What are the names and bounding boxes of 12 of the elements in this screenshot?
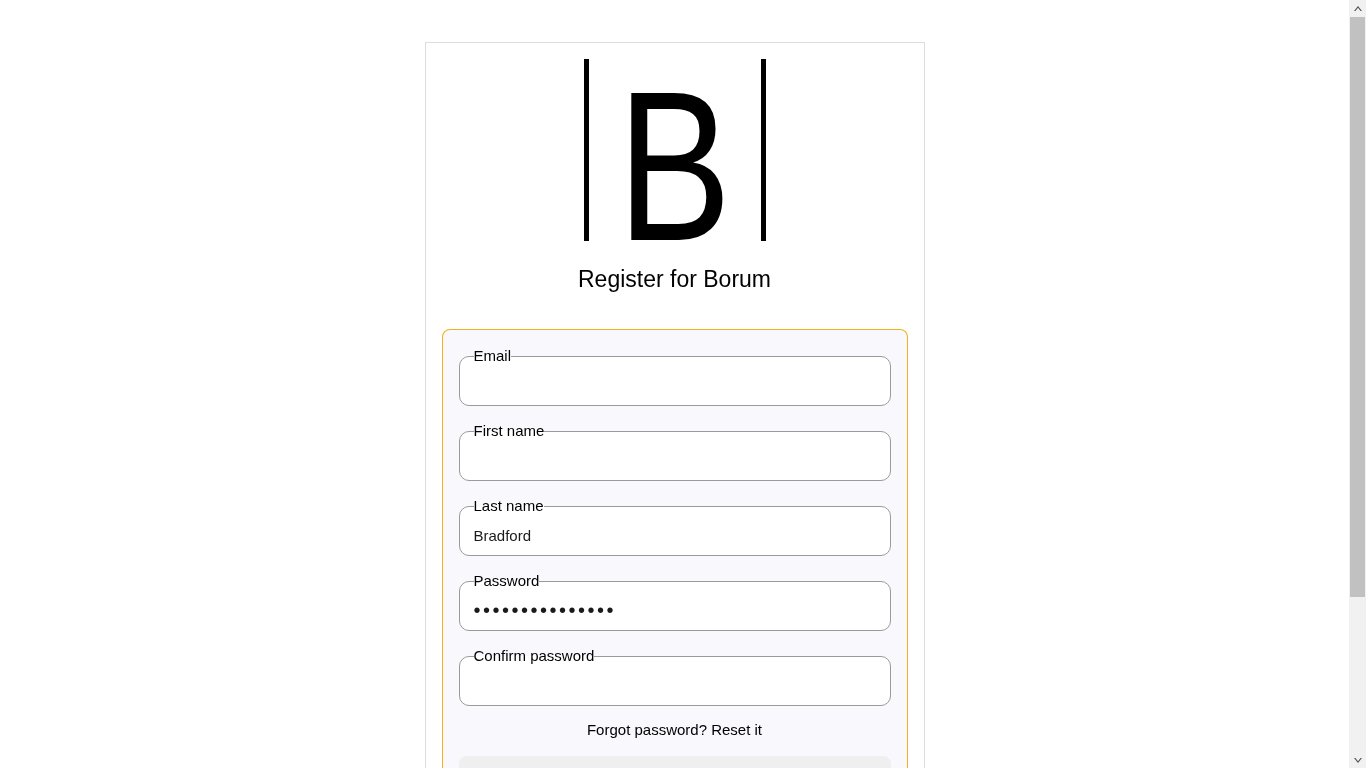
- field-label: Password: [473, 571, 540, 591]
- reset-link[interactable]: Reset it: [711, 721, 763, 738]
- caret-down-icon[interactable]: [1353, 757, 1362, 763]
- logo: B: [583, 59, 766, 241]
- scrollbar-thumb[interactable]: [1350, 17, 1365, 597]
- field-label: First name: [473, 421, 545, 441]
- forgot-password-text: Forgot password? Reset it: [585, 720, 764, 740]
- caret-up-icon[interactable]: [1353, 5, 1362, 11]
- field-label: Email: [473, 346, 511, 366]
- page-title: Register for Borum: [578, 265, 771, 294]
- field-label: Confirm password: [473, 646, 595, 666]
- field-label: Last name: [473, 496, 544, 516]
